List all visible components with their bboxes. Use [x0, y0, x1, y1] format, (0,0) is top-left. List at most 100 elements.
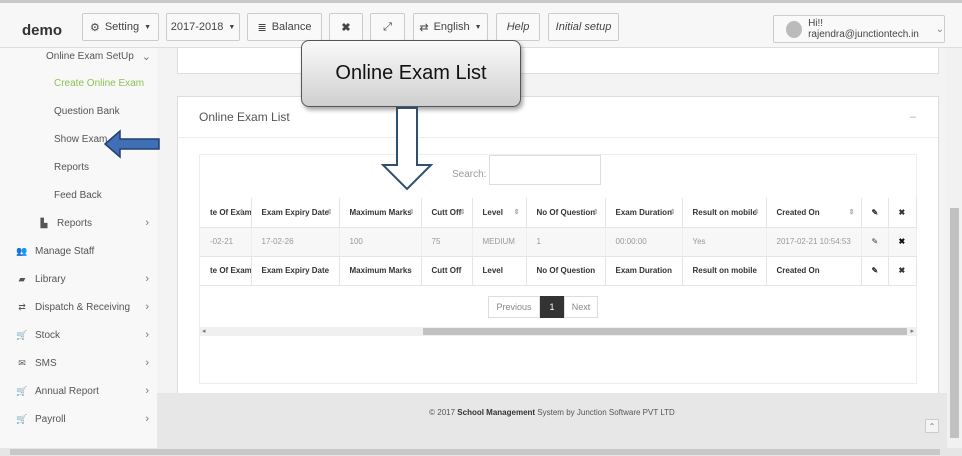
sidebar-item-label: Payroll	[35, 413, 66, 425]
search-input[interactable]	[489, 155, 601, 185]
delete-row-button[interactable]: ✖	[888, 227, 917, 257]
cart-icon: 🛒	[16, 413, 28, 424]
sidebar-item-sms[interactable]: ✉ SMS ›	[0, 349, 157, 377]
minimize-icon[interactable]: –	[910, 111, 916, 123]
annotation-left-arrow-icon	[104, 129, 160, 159]
brand-logo[interactable]: demo	[22, 22, 62, 39]
chevron-right-icon: ›	[145, 301, 149, 313]
table-horizontal-scrollbar[interactable]: ◂ ▸	[200, 327, 916, 336]
sort-icon: ⇕	[592, 209, 599, 216]
chevron-up-icon[interactable]: ⌃	[925, 419, 939, 433]
col-header-created-on[interactable]: Created On ⇕	[766, 198, 862, 228]
page-vertical-scrollbar[interactable]	[947, 48, 962, 448]
sidebar-item-label: Dispatch & Receiving	[35, 301, 131, 313]
chevron-down-icon: ⌄	[141, 50, 151, 63]
col-footer-level: Level	[472, 256, 527, 286]
previous-page-button[interactable]: Previous	[488, 296, 540, 318]
pagination: Previous 1 Next	[488, 296, 598, 318]
page-1-button[interactable]: 1	[540, 296, 564, 318]
col-header-maximum-marks[interactable]: Maximum Marks ⇕	[339, 198, 422, 228]
panel-title: Online Exam List	[199, 110, 290, 124]
year-dropdown[interactable]: 2017-2018 ▼	[166, 13, 240, 41]
col-footer-maximum-marks: Maximum Marks	[339, 256, 422, 286]
chart-icon: ▙	[40, 217, 48, 228]
database-icon: ≣	[257, 21, 267, 34]
col-footer-created-on: Created On	[766, 256, 862, 286]
sidebar-item-create-online-exam[interactable]: Create Online Exam	[0, 69, 157, 97]
footer-brand: School Management	[457, 408, 536, 417]
footer-suffix: System by Junction Software PVT LTD	[535, 408, 675, 417]
cell-exam-date: -02-21	[200, 227, 252, 257]
language-dropdown[interactable]: ⇄ English ▼	[413, 13, 488, 41]
col-footer-delete: ✖	[888, 256, 917, 286]
top-edge	[0, 0, 962, 3]
sidebar-item-online-exam-setup[interactable]: Online Exam SetUp ⌄	[0, 42, 157, 70]
balance-button[interactable]: ≣ Balance	[247, 13, 322, 41]
help-label: Help	[506, 21, 530, 33]
sidebar-item-dispatch-receiving[interactable]: ⇄ Dispatch & Receiving ›	[0, 293, 157, 321]
sort-icon: ⇕	[669, 209, 676, 216]
user-label: Hi!! rajendra@junctiontech.in	[808, 18, 919, 40]
scrollbar-thumb[interactable]	[10, 449, 940, 455]
initial-setup-label: Initial setup	[555, 21, 612, 33]
sidebar-item-stock[interactable]: 🛒 Stock ›	[0, 321, 157, 349]
help-button[interactable]: Help	[496, 13, 540, 41]
sidebar-item-question-bank[interactable]: Question Bank	[0, 97, 157, 125]
next-page-button[interactable]: Next	[564, 296, 598, 318]
initial-setup-button[interactable]: Initial setup	[548, 13, 619, 41]
caret-down-icon: ▼	[474, 23, 482, 31]
sidebar-item-library[interactable]: ▰ Library ›	[0, 265, 157, 293]
scrollbar-thumb[interactable]	[950, 208, 959, 438]
sort-icon: ⇕	[459, 209, 466, 216]
chevron-right-icon: ›	[145, 273, 149, 285]
setting-dropdown[interactable]: ⚙ Setting ▼	[82, 13, 159, 41]
sidebar-item-label: SMS	[35, 357, 57, 369]
chevron-right-icon: ›	[145, 385, 149, 397]
edit-icon: ✎	[871, 266, 879, 275]
col-header-exam-duration[interactable]: Exam Duration ⇕	[605, 198, 683, 228]
col-header-result-on-mobile[interactable]: Result on mobile ⇕	[682, 198, 767, 228]
scroll-left-icon[interactable]: ◂	[202, 327, 206, 335]
sidebar-item-feed-back[interactable]: Feed Back	[0, 181, 157, 209]
sidebar-item-annual-report[interactable]: 🛒 Annual Report ›	[0, 377, 157, 405]
annotation-callout: Online Exam List	[301, 40, 521, 107]
col-header-exam-date[interactable]: te Of Exam ⇕	[200, 198, 252, 228]
sidebar-item-reports[interactable]: ▙ Reports ›	[0, 209, 157, 237]
caret-down-icon: ▼	[228, 23, 236, 31]
chevron-right-icon: ›	[145, 217, 149, 229]
sidebar-item-manage-staff[interactable]: 👥 Manage Staff	[0, 237, 157, 265]
col-header-expiry-date[interactable]: Exam Expiry Date ⇕	[251, 198, 340, 228]
cart-icon: 🛒	[16, 329, 28, 340]
edit-icon: ✎	[871, 207, 879, 217]
col-header-cutt-off[interactable]: Cutt Off ⇕	[421, 198, 473, 228]
sidebar-item-label: Reports	[57, 217, 93, 229]
page-horizontal-scrollbar[interactable]	[0, 448, 962, 456]
sidebar-item-payroll[interactable]: 🛒 Payroll ›	[0, 405, 157, 433]
fullscreen-button[interactable]: ⤢	[370, 13, 405, 41]
gear-icon: ⚙	[89, 21, 100, 34]
user-menu[interactable]: Hi!! rajendra@junctiontech.in ⌄	[773, 15, 945, 43]
sort-icon: ⇕	[326, 209, 333, 216]
shrink-button[interactable]: ✖	[329, 13, 363, 41]
col-header-level[interactable]: Level ⇕	[472, 198, 527, 228]
annotation-down-arrow-icon	[380, 107, 434, 191]
sort-icon: ⇕	[848, 209, 855, 216]
online-exam-list-panel: Online Exam List – Search: te Of Exam ⇕ E…	[177, 96, 939, 412]
language-label: English	[433, 21, 470, 33]
cell-level: MEDIUM	[472, 227, 527, 257]
edit-row-button[interactable]: ✎	[861, 227, 889, 257]
caret-down-icon: ▼	[144, 23, 152, 31]
main-content: Online Exam List – Search: te Of Exam ⇕ E…	[157, 48, 947, 448]
sidebar-item-label: Show Exam	[54, 133, 108, 145]
col-header-no-of-question[interactable]: No Of Question ⇕	[526, 198, 606, 228]
cell-created-on: 2017-02-21 10:54:53	[766, 227, 862, 257]
sort-icon: ⇕	[408, 209, 415, 216]
close-icon: ✖	[898, 266, 906, 275]
table-footer-row: te Of Exam Exam Expiry Date Maximum Mark…	[200, 256, 917, 286]
cell-exam-duration: 00:00:00	[605, 227, 683, 257]
scrollbar-thumb[interactable]	[423, 328, 907, 335]
sidebar-item-label: Create Online Exam	[54, 77, 145, 89]
col-footer-cutt-off: Cutt Off	[421, 256, 473, 286]
scroll-right-icon[interactable]: ▸	[910, 327, 914, 335]
close-icon: ✖	[898, 207, 906, 217]
